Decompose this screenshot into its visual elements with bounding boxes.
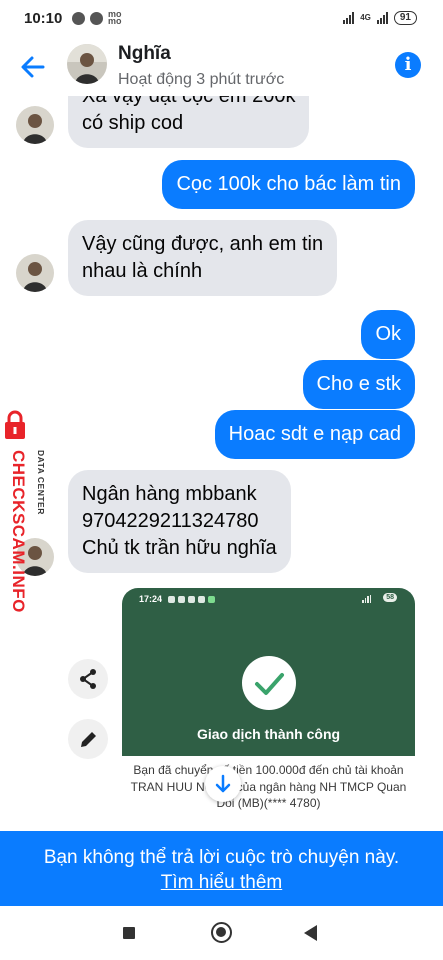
message-bubble-incoming[interactable]: Xa vậy đặt cọc em 200k có ship cod (68, 96, 310, 148)
checkmark-icon (242, 656, 296, 710)
message-bubble-outgoing[interactable]: Hoac sdt e nạp cad (214, 410, 415, 459)
transaction-success-title: Giao dịch thành công (196, 726, 341, 742)
cannot-reply-banner: Bạn không thể trả lời cuộc trò chuyện nà… (0, 831, 443, 906)
transfer-success-screen: 17:24 58 Giao dịch thành công (122, 588, 415, 756)
edit-button[interactable] (68, 719, 108, 759)
messenger-icon (72, 11, 85, 25)
watermark-subtext: DATA CENTER (36, 450, 46, 515)
image-status-icons (168, 596, 215, 603)
home-button[interactable] (211, 922, 232, 943)
watermark-text: CHECKSCAM.INFO (9, 450, 28, 613)
android-nav-bar (0, 906, 443, 960)
info-icon[interactable]: i (395, 52, 421, 78)
share-icon (80, 669, 96, 689)
back-button[interactable] (304, 925, 317, 941)
sender-avatar[interactable] (16, 254, 54, 292)
shared-image[interactable]: 17:24 58 Giao dịch thành công Bạn đã chu… (122, 588, 415, 831)
recents-button[interactable] (123, 927, 135, 939)
signal-icon (343, 12, 355, 24)
momo-icon: mo mo (108, 9, 122, 26)
share-button[interactable] (68, 659, 108, 699)
message-bubble-outgoing[interactable]: Cọc 100k cho bác làm tin (162, 160, 415, 209)
scroll-down-button[interactable] (205, 766, 241, 802)
battery-icon: 91 (393, 11, 417, 25)
sender-avatar[interactable] (16, 106, 54, 144)
cannot-reply-text: Bạn không thể trả lời cuộc trò chuyện nà… (43, 847, 400, 868)
learn-more-link[interactable]: Tìm hiểu thêm (161, 872, 282, 893)
network-type: 4G (360, 13, 371, 22)
message-bubble-outgoing[interactable]: Cho e stk (302, 360, 415, 409)
facebook-icon (90, 11, 103, 25)
message-list[interactable]: Xa vậy đặt cọc em 200k có ship cod Cọc 1… (0, 96, 443, 831)
message-bubble-outgoing[interactable]: Ok (361, 310, 415, 359)
checkscam-watermark: CHECKSCAM.INFO DATA CENTER (0, 410, 46, 630)
arrow-down-icon (215, 774, 231, 793)
lock-icon (5, 410, 25, 439)
chat-header: Nghĩa Hoạt động 3 phút trước i (0, 38, 443, 96)
contact-name[interactable]: Nghĩa (118, 43, 171, 65)
message-bubble-incoming[interactable]: Ngân hàng mbbank 9704229211324780 Chủ tk… (68, 470, 291, 573)
back-arrow-icon[interactable] (18, 52, 48, 82)
transfer-detail-area: Bạn đã chuyển số tiền 100.000đ đến chủ t… (122, 756, 415, 831)
message-bubble-incoming[interactable]: Vậy cũng được, anh em tin nhau là chính (68, 220, 338, 296)
status-time: 10:10 (24, 10, 63, 27)
system-icons: 4G 91 (343, 11, 417, 25)
image-battery-icon: 58 (383, 593, 397, 602)
notification-icons: mo mo (72, 9, 122, 26)
image-status-time: 17:24 (139, 594, 163, 604)
contact-active-status: Hoạt động 3 phút trước (118, 71, 285, 88)
pencil-icon (81, 732, 96, 747)
transfer-detail-text: Bạn đã chuyển số tiền 100.000đ đến chủ t… (130, 763, 407, 810)
contact-avatar[interactable] (67, 44, 107, 84)
signal-icon-2 (376, 12, 388, 24)
status-bar: 10:10 mo mo 4G 91 (0, 0, 443, 38)
image-signal-icon (362, 595, 371, 603)
